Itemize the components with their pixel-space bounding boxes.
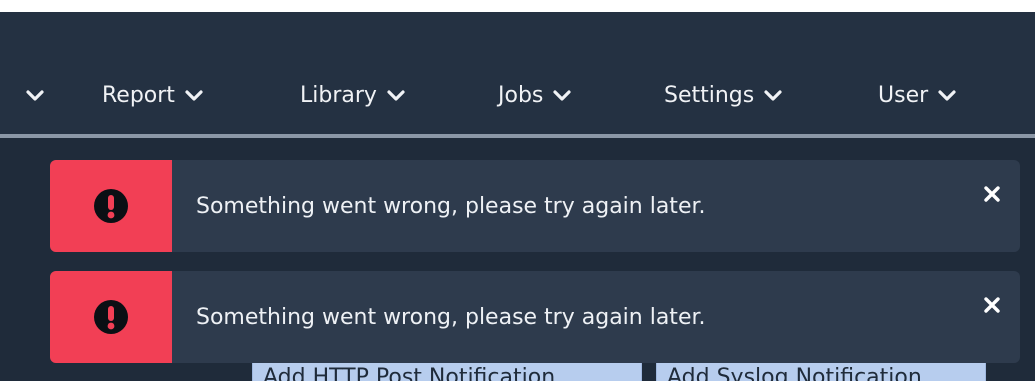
- nav-item-jobs[interactable]: Jobs: [498, 70, 571, 120]
- nav-item-label: Library: [300, 82, 377, 108]
- error-toast: Something went wrong, please try again l…: [50, 271, 1020, 363]
- chevron-down-icon: [26, 86, 44, 104]
- toast-icon-container: [50, 160, 172, 252]
- toast-icon-container: [50, 271, 172, 363]
- nav-item-label: Settings: [664, 82, 755, 108]
- exclamation-circle-icon: [94, 189, 128, 223]
- nav-item-label: Report: [102, 82, 175, 108]
- nav-item-prev-dropdown[interactable]: [16, 70, 44, 120]
- error-toast: Something went wrong, please try again l…: [50, 160, 1020, 252]
- exclamation-circle-icon: [94, 300, 128, 334]
- chevron-down-icon: [387, 86, 405, 104]
- nav-item-settings[interactable]: Settings: [664, 70, 782, 120]
- chevron-down-icon: [764, 86, 782, 104]
- chevron-down-icon: [938, 86, 956, 104]
- add-syslog-notification-button[interactable]: Add Syslog Notification: [656, 362, 986, 381]
- nav-item-label: User: [878, 82, 929, 108]
- toast-message: Something went wrong, please try again l…: [196, 193, 706, 219]
- chevron-down-icon: [553, 86, 571, 104]
- nav-item-report[interactable]: Report: [102, 70, 203, 120]
- top-navbar: Report Library Jobs Settings User: [0, 12, 1035, 134]
- app-window: Report Library Jobs Settings User Add HT…: [0, 0, 1035, 381]
- close-icon[interactable]: [984, 297, 1000, 313]
- close-icon[interactable]: [984, 186, 1000, 202]
- nav-item-library[interactable]: Library: [300, 70, 405, 120]
- nav-item-label: Jobs: [498, 82, 544, 108]
- toast-message: Something went wrong, please try again l…: [196, 304, 706, 330]
- nav-item-user[interactable]: User: [878, 70, 956, 120]
- add-http-post-notification-button[interactable]: Add HTTP Post Notification: [252, 362, 642, 381]
- chevron-down-icon: [185, 86, 203, 104]
- top-band: [0, 0, 1035, 12]
